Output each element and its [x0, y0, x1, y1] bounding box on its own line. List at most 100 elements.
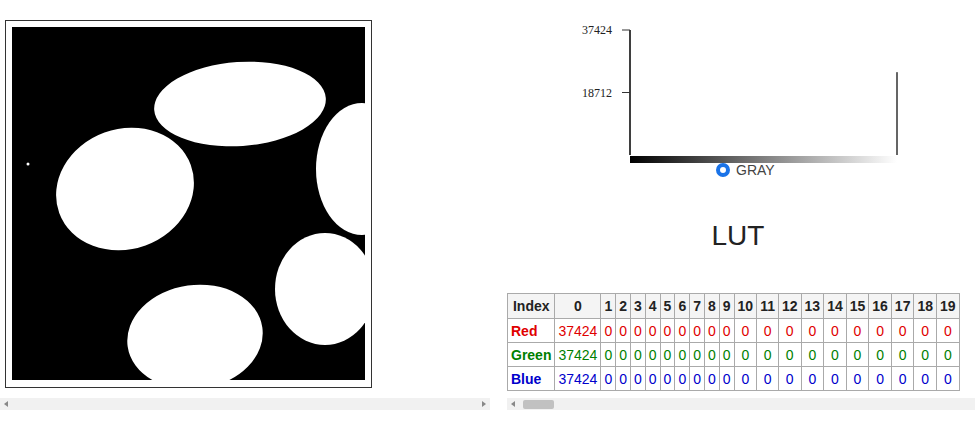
histogram-bar	[710, 155, 712, 156]
histogram-bar	[674, 155, 676, 156]
histogram-bar	[776, 155, 778, 156]
histogram-bar	[807, 155, 809, 156]
column-header: 0	[555, 294, 601, 319]
table-cell: 0	[734, 319, 757, 343]
column-header: 10	[734, 294, 757, 319]
histogram-bar	[861, 155, 863, 156]
table-cell: 0	[645, 367, 660, 391]
histogram-bar	[722, 155, 724, 156]
histogram-bar	[721, 155, 723, 156]
histogram-bar	[771, 155, 773, 156]
scroll-right-icon[interactable]	[480, 400, 488, 408]
histogram-bar	[867, 155, 869, 156]
histogram-bar	[720, 155, 722, 156]
histogram-bar	[709, 155, 711, 156]
table-cell: 0	[757, 367, 779, 391]
histogram-bar	[639, 155, 641, 156]
table-scrollbar[interactable]	[507, 398, 975, 410]
app: 3742418712GRAYLUTIndex012345678910111213…	[0, 0, 975, 424]
histogram-bar	[637, 155, 639, 156]
histogram-bar	[667, 155, 669, 156]
histogram-bar	[876, 155, 878, 156]
histogram-bar	[836, 155, 838, 156]
table-cell: 0	[869, 367, 892, 391]
histogram-bar	[756, 155, 758, 156]
table-cell: 0	[601, 367, 616, 391]
histogram-bar	[774, 155, 776, 156]
histogram-bar	[670, 155, 672, 156]
table-cell: 0	[846, 343, 869, 367]
channel-radio[interactable]: GRAY	[716, 163, 775, 177]
column-header: 8	[704, 294, 719, 319]
table-cell: 0	[937, 367, 960, 391]
table-cell: 0	[869, 319, 892, 343]
histogram-bar	[859, 155, 861, 156]
table-cell: 0	[601, 343, 616, 367]
histogram-bar	[759, 155, 761, 156]
histogram-bar	[726, 155, 728, 156]
histogram-bar	[662, 155, 664, 156]
histogram-bar	[729, 155, 731, 156]
scroll-left-icon[interactable]	[2, 400, 10, 408]
table-cell: 0	[660, 343, 675, 367]
histogram-bar	[752, 155, 754, 156]
histogram-bar	[659, 155, 661, 156]
histogram-bar	[691, 155, 693, 156]
histogram-bar	[838, 155, 840, 156]
histogram-bar	[777, 155, 779, 156]
histogram-bar	[821, 155, 823, 156]
table-cell: 0	[891, 367, 914, 391]
table-cell: 0	[704, 343, 719, 367]
histogram-bar	[734, 155, 736, 156]
table-cell: 0	[704, 319, 719, 343]
histogram-bar	[713, 155, 715, 156]
histogram-bar	[775, 155, 777, 156]
histogram-bar	[782, 155, 784, 156]
histogram-bar	[818, 155, 820, 156]
histogram-bar	[814, 155, 816, 156]
column-header: 18	[914, 294, 937, 319]
histogram-bar	[762, 155, 764, 156]
histogram-bar	[824, 155, 826, 156]
histogram-bar	[705, 155, 707, 156]
histogram-bar	[863, 155, 865, 156]
column-header: 16	[869, 294, 892, 319]
histogram-bar	[882, 155, 884, 156]
horizontal-scrollbar[interactable]	[0, 398, 490, 410]
histogram-bar	[834, 155, 836, 156]
y-axis	[629, 30, 631, 155]
table-cell: 0	[937, 319, 960, 343]
histogram-bar	[844, 155, 846, 156]
histogram-bar	[828, 155, 830, 156]
histogram-bar	[761, 155, 763, 156]
histogram-bar	[681, 155, 683, 156]
histogram-bar	[795, 155, 797, 156]
table-cell: 0	[757, 343, 779, 367]
histogram-bar	[858, 155, 860, 156]
histogram-bar	[823, 155, 825, 156]
histogram-bar	[650, 155, 652, 156]
histogram-bar	[654, 155, 656, 156]
histogram-bar	[809, 155, 811, 156]
histogram-bar	[737, 155, 739, 156]
histogram-bar	[692, 155, 694, 156]
scroll-thumb[interactable]	[523, 400, 554, 409]
table-cell: 37424	[555, 367, 601, 391]
table-cell: 0	[801, 343, 824, 367]
histogram-bar	[877, 155, 879, 156]
table-cell: 0	[690, 367, 705, 391]
histogram-bar	[816, 155, 818, 156]
histogram-bar	[837, 155, 839, 156]
histogram-bar	[636, 155, 638, 156]
histogram-bar	[687, 155, 689, 156]
histogram-bar	[694, 155, 696, 156]
radio-icon[interactable]	[716, 163, 730, 177]
histogram-bar	[875, 155, 877, 156]
histogram-chart: 3742418712	[560, 15, 910, 163]
scroll-left-icon[interactable]	[509, 400, 517, 408]
histogram-bar	[820, 155, 822, 156]
histogram-bar	[889, 155, 891, 156]
axis-tick: 18712	[582, 86, 630, 100]
histogram-bar	[707, 155, 709, 156]
histogram-bar	[862, 155, 864, 156]
